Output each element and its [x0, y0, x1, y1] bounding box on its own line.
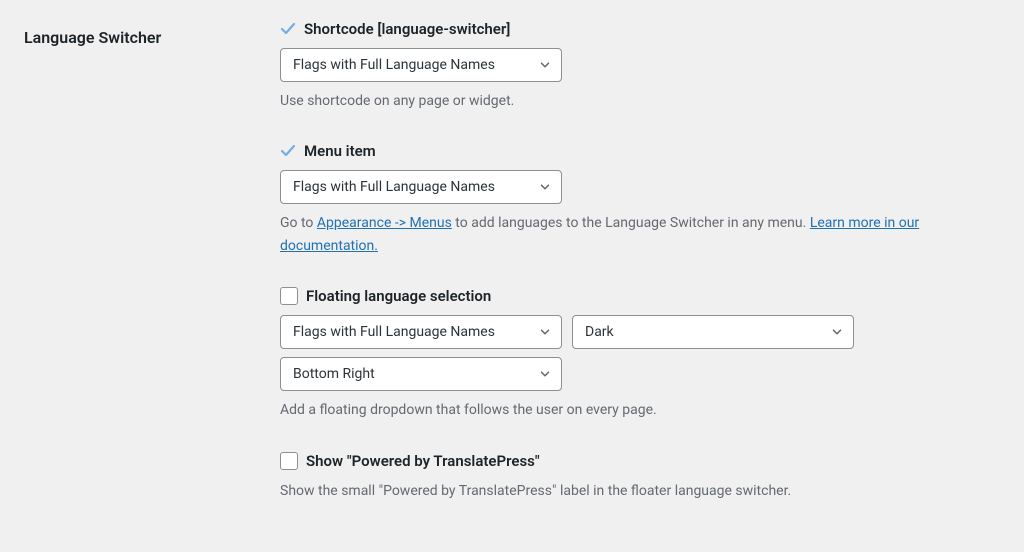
floating-section: Floating language selection Flags with F… [280, 287, 1004, 421]
menu-item-helper: Go to Appearance -> Menus to add languag… [280, 212, 1004, 257]
section-heading: Language Switcher [24, 28, 280, 47]
menu-item-section: Menu item Flags with Full Language Names… [280, 142, 1004, 257]
powered-title: Show "Powered by TranslatePress" [306, 452, 540, 470]
floating-checkbox[interactable] [280, 287, 298, 305]
shortcode-title: Shortcode [language-switcher] [304, 20, 510, 38]
floating-position-select[interactable]: Bottom Right [280, 357, 562, 391]
floating-title: Floating language selection [306, 287, 491, 305]
appearance-menus-link[interactable]: Appearance -> Menus [317, 215, 452, 231]
shortcode-section: Shortcode [language-switcher] Flags with… [280, 20, 1004, 112]
floating-theme-select[interactable]: Dark [572, 315, 854, 349]
checkmark-icon [280, 143, 296, 159]
checkmark-icon [280, 21, 296, 37]
shortcode-helper: Use shortcode on any page or widget. [280, 90, 1004, 112]
floating-helper: Add a floating dropdown that follows the… [280, 399, 1004, 421]
powered-helper: Show the small "Powered by TranslatePres… [280, 480, 1004, 502]
menu-item-style-select[interactable]: Flags with Full Language Names [280, 170, 562, 204]
floating-style-select[interactable]: Flags with Full Language Names [280, 315, 562, 349]
shortcode-style-select[interactable]: Flags with Full Language Names [280, 48, 562, 82]
powered-checkbox[interactable] [280, 452, 298, 470]
menu-item-title: Menu item [304, 142, 376, 160]
powered-section: Show "Powered by TranslatePress" Show th… [280, 452, 1004, 502]
